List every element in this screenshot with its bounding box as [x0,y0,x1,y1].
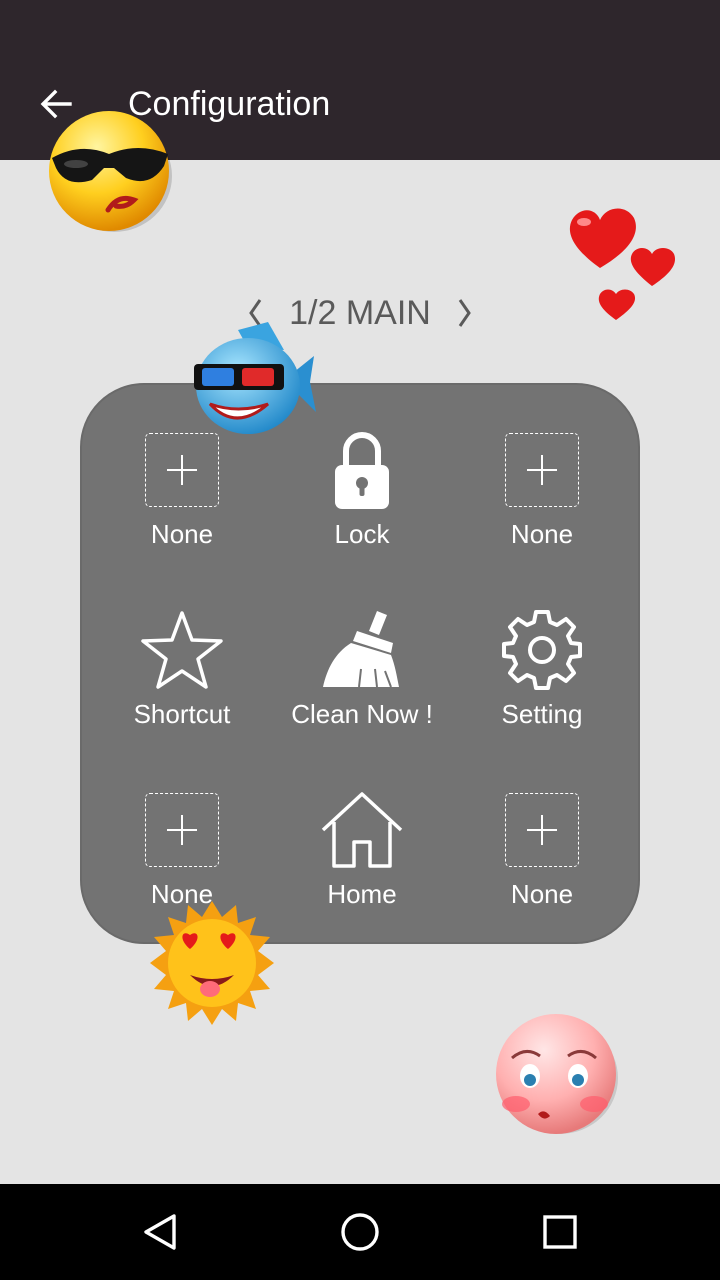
shortcut-button[interactable]: Shortcut [92,605,272,745]
slot-label: None [510,879,574,909]
slot-none-4[interactable]: None [452,785,632,925]
nav-back-button[interactable] [120,1202,200,1262]
slot-none-2[interactable]: None [452,425,632,565]
slot-label: Setting [501,699,583,729]
nav-recents-button[interactable] [520,1202,600,1262]
slot-label: Home [327,879,397,909]
broom-icon [323,611,399,688]
back-triangle-icon [144,1214,176,1250]
navigation-bar [0,1184,720,1280]
chevron-right-icon [458,299,471,327]
sun-heart-eyes-sticker [150,901,274,1025]
lock-icon [335,432,389,509]
fish-3d-glasses-sticker [194,322,316,434]
hearts-sticker [569,208,676,320]
home-button[interactable]: Home [272,785,452,925]
clean-now-button[interactable]: Clean Now ! [272,605,452,745]
slot-label: Shortcut [133,699,231,729]
plus-icon [145,793,219,867]
blushing-emoji [496,1014,618,1134]
status-bar [0,0,720,48]
home-circle-icon [341,1213,379,1251]
nav-home-button[interactable] [320,1202,400,1262]
slot-label: None [150,519,214,549]
cool-sunglasses-emoji [49,111,172,232]
gear-icon [502,610,582,690]
home-icon [321,792,403,868]
slot-label: None [510,519,574,549]
star-icon [141,611,223,689]
slot-label: Clean Now ! [291,699,433,729]
setting-button[interactable]: Setting [452,605,632,745]
slot-label: Lock [334,519,390,549]
plus-icon [145,433,219,507]
shortcut-panel: None Lock None Shortcut Clean Now ! Sett… [80,383,640,944]
plus-icon [505,433,579,507]
lock-shortcut[interactable]: Lock [272,425,452,565]
recents-square-icon [543,1215,577,1249]
next-page-button[interactable] [445,290,485,336]
slot-none-1[interactable]: None [92,425,272,565]
plus-icon [505,793,579,867]
